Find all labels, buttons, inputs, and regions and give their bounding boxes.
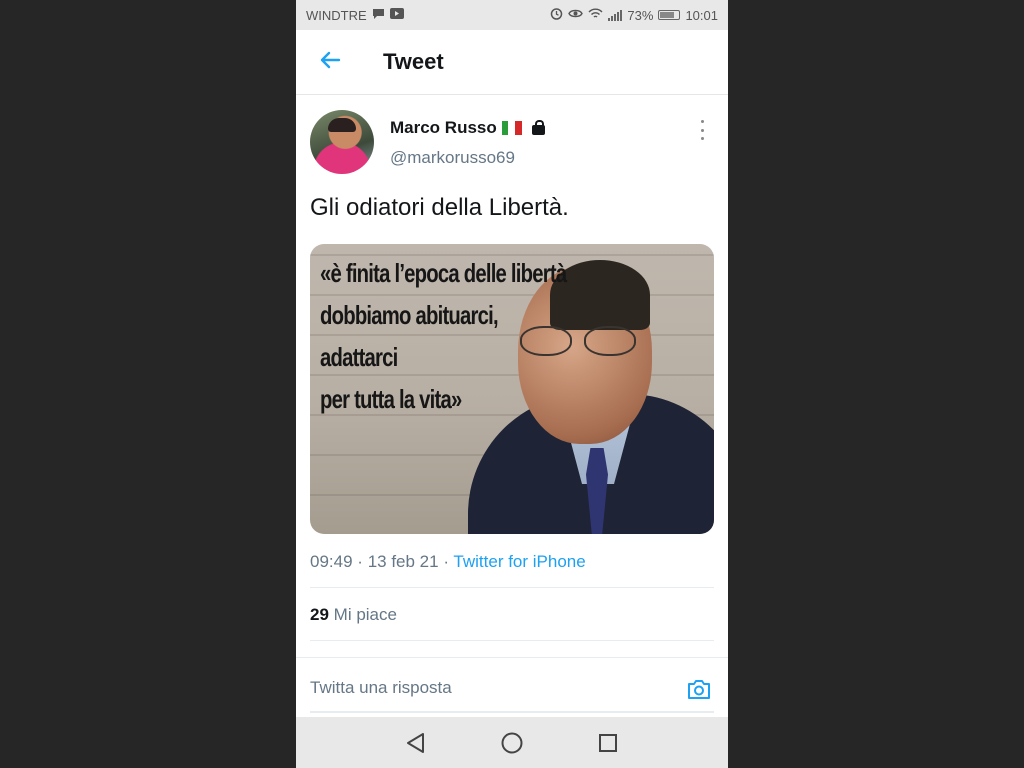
likes-label: Mi piace bbox=[333, 605, 397, 624]
meta-separator: · bbox=[357, 552, 363, 571]
status-bar: WINDTRE 73% 10:01 bbox=[296, 0, 728, 30]
reply-underline bbox=[310, 711, 714, 713]
video-icon bbox=[389, 8, 404, 22]
clock-time: 10:01 bbox=[685, 7, 718, 23]
triangle-back-icon[interactable] bbox=[403, 730, 429, 756]
battery-percent: 73% bbox=[627, 7, 654, 23]
system-nav-bar bbox=[296, 717, 728, 768]
page-title: Tweet bbox=[383, 49, 444, 74]
tweet-time: 09:49 bbox=[310, 552, 353, 571]
top-app-bar: Tweet bbox=[296, 30, 728, 95]
avatar[interactable] bbox=[310, 110, 374, 174]
image-quote-line: per tutta la vita» bbox=[320, 384, 462, 414]
carrier-label: WINDTRE bbox=[306, 7, 367, 23]
phone-screen: WINDTRE 73% 10:01 Tweet Marco Russo @mar… bbox=[296, 0, 728, 768]
tweet-source-link[interactable]: Twitter for iPhone bbox=[453, 552, 585, 571]
arrow-left-icon[interactable] bbox=[318, 48, 342, 72]
more-vertical-icon[interactable] bbox=[698, 120, 706, 140]
likes-number: 29 bbox=[310, 605, 329, 624]
alarm-icon bbox=[550, 7, 563, 23]
chat-bubble-icon bbox=[372, 8, 385, 23]
image-quote-line: «è finita l’epoca delle libertà bbox=[320, 258, 567, 288]
italy-flag-icon bbox=[501, 121, 522, 135]
likes-count[interactable]: 29 Mi piace bbox=[310, 605, 397, 625]
user-name-row[interactable]: Marco Russo bbox=[390, 118, 545, 138]
divider bbox=[310, 640, 714, 641]
tweet-text: Gli odiatori della Libertà. bbox=[310, 194, 569, 221]
image-quote: «è finita l’epoca delle libertà dobbiamo… bbox=[320, 252, 567, 420]
signal-icon bbox=[608, 9, 623, 21]
eye-icon bbox=[568, 8, 584, 22]
status-right: 73% 10:01 bbox=[550, 7, 718, 23]
user-name[interactable]: Marco Russo bbox=[390, 118, 497, 138]
divider bbox=[310, 587, 714, 588]
camera-icon[interactable] bbox=[686, 676, 712, 702]
wifi-icon bbox=[588, 8, 603, 22]
tweet-image[interactable]: «è finita l’epoca delle libertà dobbiamo… bbox=[310, 244, 714, 534]
meta-separator: · bbox=[443, 552, 449, 571]
tweet-meta: 09:49 · 13 feb 21 · Twitter for iPhone bbox=[310, 552, 586, 572]
circle-home-icon[interactable] bbox=[499, 730, 525, 756]
battery-icon bbox=[658, 10, 681, 20]
square-recent-icon[interactable] bbox=[595, 730, 621, 756]
user-handle[interactable]: @markorusso69 bbox=[390, 148, 515, 168]
status-left: WINDTRE bbox=[306, 8, 404, 23]
lock-icon bbox=[531, 120, 545, 135]
reply-bar: Twitta una risposta bbox=[296, 657, 728, 717]
reply-input[interactable]: Twitta una risposta bbox=[310, 678, 452, 698]
tweet-date: 13 feb 21 bbox=[367, 552, 439, 571]
image-quote-line: adattarci bbox=[320, 342, 398, 372]
image-quote-line: dobbiamo abituarci, bbox=[320, 300, 499, 330]
